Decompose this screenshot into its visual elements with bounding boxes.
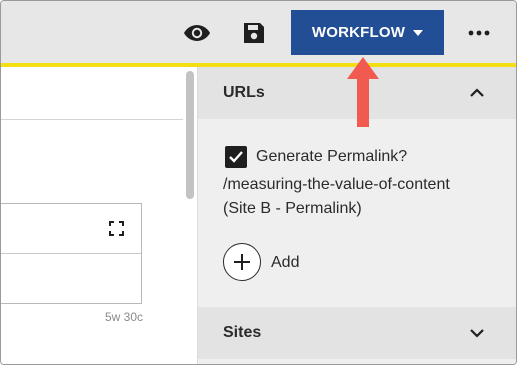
eye-icon [184,25,210,41]
app-frame: WORKFLOW 5w 30c URLs Generate Permalink?… [0,0,517,365]
sites-section-header[interactable]: Sites [198,307,516,359]
sites-section-title: Sites [223,324,262,341]
permalink-path: /measuring-the-value-of-content [223,176,450,193]
urls-section-title: URLs [223,84,265,101]
save-button[interactable] [239,18,269,48]
chevron-down-icon [470,329,484,338]
add-url-label[interactable]: Add [271,253,299,273]
text-field-box[interactable] [1,203,142,304]
content-divider [1,119,183,120]
generate-permalink-checkbox[interactable] [225,146,247,168]
add-url-button[interactable] [223,243,261,281]
expand-icon[interactable] [109,221,124,236]
word-count-label: 5w 30c [104,310,143,324]
workflow-button[interactable]: WORKFLOW [291,10,444,55]
checkmark-icon [229,151,243,163]
more-options-button[interactable] [463,21,495,45]
caret-down-icon [413,30,424,36]
plus-icon [234,254,250,270]
more-horizontal-icon [468,30,490,36]
preview-button[interactable] [181,19,213,47]
workflow-button-label: WORKFLOW [311,24,406,41]
field-divider [1,253,141,254]
annotation-arrow-icon [347,57,379,127]
chevron-up-icon [470,88,484,97]
generate-permalink-label: Generate Permalink? [256,148,408,165]
scrollbar-thumb[interactable] [186,71,194,199]
permalink-site: (Site B - Permalink) [223,200,362,217]
floppy-disk-icon [244,23,264,43]
